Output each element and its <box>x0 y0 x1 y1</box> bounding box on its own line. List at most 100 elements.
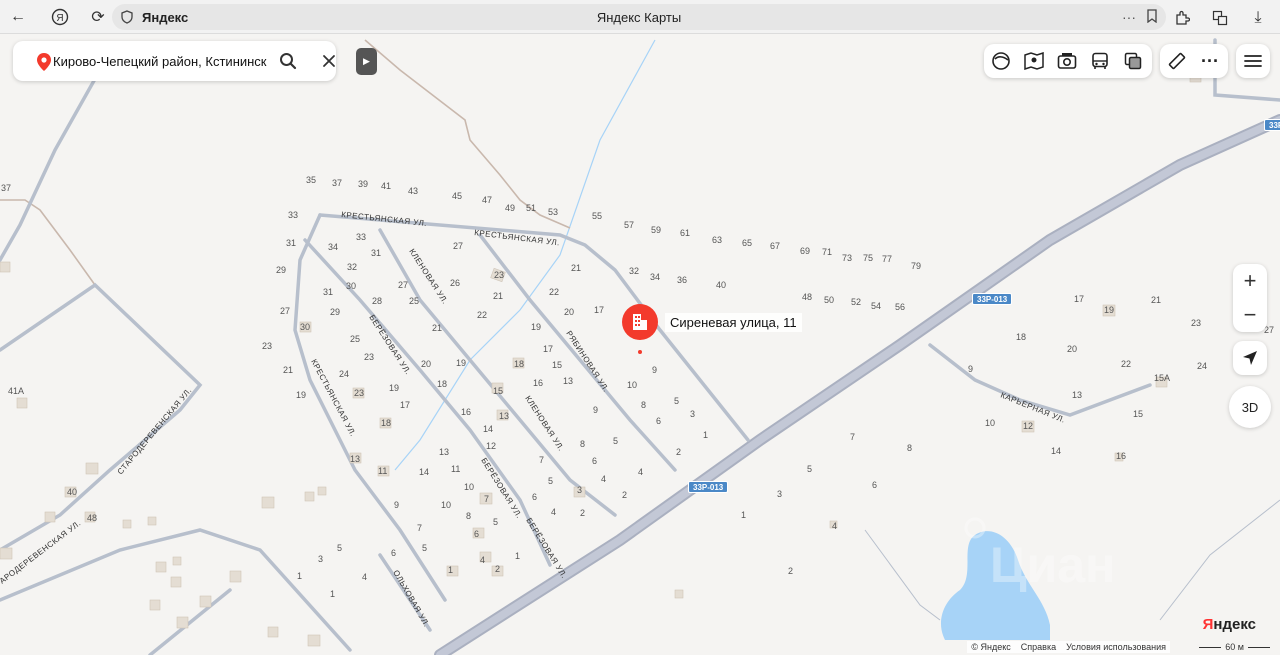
house-number: 5 <box>337 543 342 553</box>
house-number: 2 <box>622 490 627 500</box>
house-number: 19 <box>389 383 399 393</box>
layers-icon[interactable] <box>1117 45 1149 77</box>
house-number: 2 <box>788 566 793 576</box>
house-number: 52 <box>851 297 861 307</box>
back-icon[interactable]: ← <box>4 3 32 31</box>
house-number: 71 <box>822 247 832 257</box>
house-number: 3 <box>777 489 782 499</box>
marker-pin[interactable] <box>620 303 660 354</box>
address-bar[interactable]: Яндекс Яндекс Карты ··· <box>112 4 1166 30</box>
transport-bus-icon[interactable] <box>1084 45 1116 77</box>
house-number: 77 <box>882 254 892 264</box>
house-number: 23 <box>354 388 364 398</box>
house-number: 10 <box>627 380 637 390</box>
house-number: 15 <box>552 360 562 370</box>
house-number: 8 <box>580 439 585 449</box>
more-dots-icon[interactable]: ··· <box>1122 9 1136 26</box>
house-number: 61 <box>680 228 690 238</box>
house-number: 3 <box>577 485 582 495</box>
house-number: 40 <box>716 280 726 290</box>
house-number: 45 <box>452 191 462 201</box>
browser-toolbar: ← Я ⟳ Яндекс Яндекс Карты ··· ⤓ <box>0 0 1280 34</box>
house-number: 30 <box>300 322 310 332</box>
bookmark-icon[interactable] <box>1146 8 1158 26</box>
house-number: 54 <box>871 301 881 311</box>
house-number: 24 <box>1197 361 1207 371</box>
search-box[interactable]: Кирово-Чепецкий район, Кстининск <box>13 41 336 81</box>
house-number: 5 <box>548 476 553 486</box>
house-number: 21 <box>493 291 503 301</box>
house-number: 12 <box>1023 421 1033 431</box>
house-number: 33 <box>288 210 298 220</box>
camera-icon[interactable] <box>1051 45 1083 77</box>
house-number: 25 <box>409 296 419 306</box>
house-number: 13 <box>439 447 449 457</box>
house-number: 16 <box>533 378 543 388</box>
house-number: 1 <box>448 565 453 575</box>
house-number: 8 <box>466 511 471 521</box>
house-number: 5 <box>674 396 679 406</box>
house-number: 21 <box>283 365 293 375</box>
search-icon[interactable] <box>279 52 297 70</box>
house-number: 40 <box>67 487 77 497</box>
scale-label: 60 м <box>1225 642 1244 652</box>
yandex-browser-icon[interactable]: Я <box>46 3 74 31</box>
house-number: 24 <box>339 369 349 379</box>
house-number: 34 <box>650 272 660 282</box>
zoom-in-button[interactable]: + <box>1233 264 1267 298</box>
reload-icon[interactable]: ⟳ <box>84 3 112 31</box>
download-icon[interactable]: ⤓ <box>1244 4 1272 32</box>
house-number: 18 <box>381 418 391 428</box>
house-number: 9 <box>394 500 399 510</box>
house-number: 17 <box>1074 294 1084 304</box>
zoom-out-button[interactable]: − <box>1233 298 1267 332</box>
more-icon[interactable]: ··· <box>1194 45 1226 77</box>
marker-label[interactable]: Сиреневая улица, 11 <box>665 313 802 332</box>
house-number: 12 <box>486 441 496 451</box>
house-number: 9 <box>652 365 657 375</box>
map-type-icon[interactable] <box>985 45 1017 77</box>
terms-link[interactable]: Условия использования <box>1066 642 1166 652</box>
house-number: 18 <box>514 359 524 369</box>
house-number: 31 <box>323 287 333 297</box>
scale-line <box>1199 646 1222 648</box>
search-input[interactable]: Кирово-Чепецкий район, Кстининск <box>53 54 269 69</box>
house-number: 37 <box>1 183 11 193</box>
help-link[interactable]: Справка <box>1021 642 1056 652</box>
house-number: 15 <box>493 386 503 396</box>
house-number: 6 <box>532 492 537 502</box>
road-badge: 33Р-013 <box>972 293 1013 305</box>
collapse-panel-button[interactable]: ▶ <box>356 48 377 75</box>
house-number: 6 <box>872 480 877 490</box>
house-number: 15А <box>1154 373 1170 383</box>
house-number: 23 <box>262 341 272 351</box>
house-number: 57 <box>624 220 634 230</box>
house-number: 1 <box>741 510 746 520</box>
house-number: 16 <box>461 407 471 417</box>
house-number: 33 <box>356 232 366 242</box>
house-number: 6 <box>474 529 479 539</box>
house-number: 5 <box>493 517 498 527</box>
house-number: 9 <box>968 364 973 374</box>
house-number: 37 <box>332 178 342 188</box>
locate-me-button[interactable] <box>1233 341 1267 375</box>
extensions-icon[interactable] <box>1168 4 1196 32</box>
close-icon[interactable] <box>321 53 337 69</box>
house-number: 41А <box>8 386 24 396</box>
3d-button[interactable]: 3D <box>1229 386 1271 428</box>
ruler-icon[interactable] <box>1161 45 1193 77</box>
shield-icon <box>121 10 133 24</box>
panorama-icon[interactable] <box>1018 45 1050 77</box>
house-number: 47 <box>482 195 492 205</box>
translate-icon[interactable] <box>1206 4 1234 32</box>
house-number: 65 <box>742 238 752 248</box>
house-number: 7 <box>539 455 544 465</box>
house-number: 4 <box>362 572 367 582</box>
house-number: 35 <box>306 175 316 185</box>
menu-icon[interactable] <box>1236 44 1270 78</box>
house-number: 32 <box>347 262 357 272</box>
house-number: 27 <box>280 306 290 316</box>
house-number: 59 <box>651 225 661 235</box>
house-number: 48 <box>802 292 812 302</box>
house-number: 4 <box>638 467 643 477</box>
